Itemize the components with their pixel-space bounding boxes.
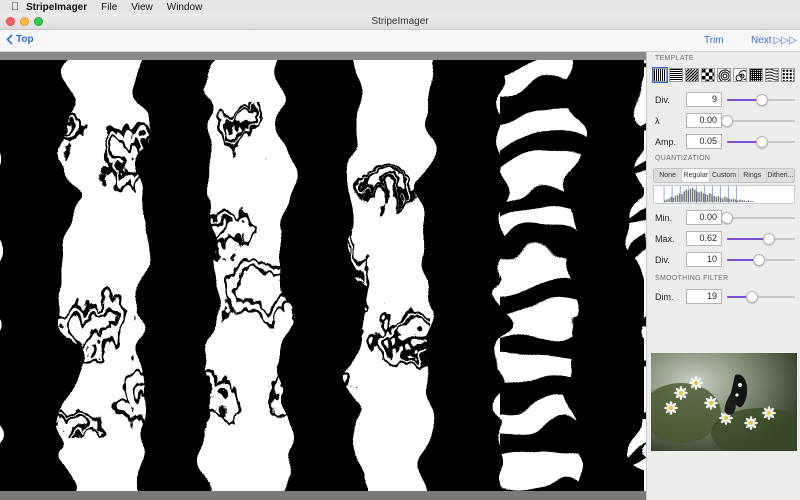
template-param-slider[interactable] [727, 136, 795, 148]
quantization-mode-2[interactable]: Custom [710, 169, 739, 182]
quantization-param-label: Div. [655, 255, 670, 265]
zoom-window-button[interactable] [34, 17, 43, 26]
back-button-label: Top [16, 34, 34, 45]
minimize-window-button[interactable] [20, 17, 29, 26]
smoothing-section-title: SMOOTHING FILTER [655, 275, 729, 282]
template-horizontal-stripes-icon[interactable] [669, 68, 683, 82]
next-arrows-icon: ▷▷▷ [773, 35, 797, 46]
template-param-value-field[interactable]: 9 [686, 92, 722, 107]
quantization-param-slider-knob[interactable] [763, 233, 776, 245]
quantization-mode-control: None Regular Custom Rings Ditheri... [653, 168, 795, 183]
quantization-mode-4[interactable]: Ditheri... [767, 169, 794, 182]
app-window:  StripeImager File View Window StripeIm… [0, 0, 800, 500]
quantization-param-value-field[interactable]: 0.00 [686, 210, 722, 225]
menu-view[interactable]: View [131, 2, 153, 13]
stripe-image-canvas[interactable] [0, 52, 646, 500]
menu-file[interactable]: File [101, 2, 117, 13]
smoothing-param-value-field[interactable]: 19 [686, 289, 722, 304]
template-picker [652, 67, 795, 83]
quantization-mode-0[interactable]: None [654, 169, 683, 182]
quantization-histogram [653, 185, 795, 204]
template-param-label: Div. [655, 95, 670, 105]
template-param-row-1: λ 0.00 [647, 113, 800, 129]
quantization-param-slider[interactable] [721, 212, 795, 224]
quantization-mode-1[interactable]: Regular [682, 169, 711, 182]
template-param-row-0: Div. 9 [647, 92, 800, 108]
smoothing-param-label: Dim. [655, 292, 674, 302]
next-button[interactable]: Next ▷▷▷ [751, 35, 797, 46]
template-param-value-field[interactable]: 0.00 [686, 113, 722, 128]
quantization-param-row-1: Max. 0.62 [647, 231, 800, 247]
template-rings-icon[interactable] [717, 68, 731, 82]
quantization-param-slider-knob[interactable] [721, 212, 733, 224]
quantization-param-row-0: Min. 0.00 [647, 210, 800, 226]
template-param-slider-knob[interactable] [721, 115, 733, 127]
quantization-param-value-field[interactable]: 0.62 [686, 231, 722, 246]
close-window-button[interactable] [6, 17, 15, 26]
template-checker-icon[interactable] [701, 68, 715, 82]
template-param-value-field[interactable]: 0.05 [686, 134, 722, 149]
quantization-param-value-field[interactable]: 10 [686, 252, 722, 267]
smoothing-param-slider[interactable] [727, 291, 795, 303]
next-button-label: Next [751, 35, 772, 46]
source-photo-thumbnail[interactable] [651, 353, 797, 451]
template-param-slider-knob[interactable] [756, 94, 769, 106]
quantization-param-slider-knob[interactable] [752, 254, 765, 266]
template-param-slider[interactable] [721, 115, 795, 127]
window-titlebar: StripeImager [0, 14, 800, 30]
smoothing-param-slider-knob[interactable] [746, 291, 759, 303]
template-diagonal-stripes-icon[interactable] [685, 68, 699, 82]
menu-app-name[interactable]: StripeImager [26, 2, 87, 13]
window-title: StripeImager [371, 16, 429, 27]
quantization-param-row-2: Div. 10 [647, 252, 800, 268]
chevron-left-icon [6, 34, 13, 45]
template-spiral-icon[interactable] [733, 68, 747, 82]
template-param-row-2: Amp. 0.05 [647, 134, 800, 150]
trim-button[interactable]: Trim [704, 35, 724, 46]
apple-menu-icon[interactable]:  [4, 1, 26, 13]
quantization-param-label: Max. [655, 234, 675, 244]
template-param-slider[interactable] [727, 94, 795, 106]
quantization-param-slider[interactable] [727, 233, 795, 245]
template-vertical-stripes-icon[interactable] [652, 67, 668, 83]
smoothing-param-row-0: Dim. 19 [647, 289, 800, 305]
template-param-label: λ [655, 116, 660, 126]
navigation-bar: Top Trim Next ▷▷▷ [0, 30, 800, 52]
canvas-bottom-edge [0, 491, 646, 500]
template-param-slider-knob[interactable] [756, 136, 769, 148]
back-button[interactable]: Top [6, 34, 34, 45]
menu-window[interactable]: Window [167, 2, 203, 13]
menu-bar:  StripeImager File View Window [0, 0, 800, 14]
template-waves-icon[interactable] [765, 68, 779, 82]
window-controls [6, 17, 43, 26]
quantization-param-slider[interactable] [727, 254, 795, 266]
template-grid-icon[interactable] [749, 68, 763, 82]
template-dots-icon[interactable] [781, 68, 795, 82]
template-param-label: Amp. [655, 137, 677, 147]
stripe-image [0, 60, 646, 492]
settings-panel: TEMPLATE Div. 9 λ 0.00 Amp. 0.05 QUANTIZATION… [646, 52, 800, 500]
template-section-title: TEMPLATE [655, 55, 694, 62]
quantization-mode-3[interactable]: Rings [739, 169, 767, 182]
quantization-section-title: QUANTIZATION [655, 155, 711, 162]
quantization-param-label: Min. [655, 213, 673, 223]
